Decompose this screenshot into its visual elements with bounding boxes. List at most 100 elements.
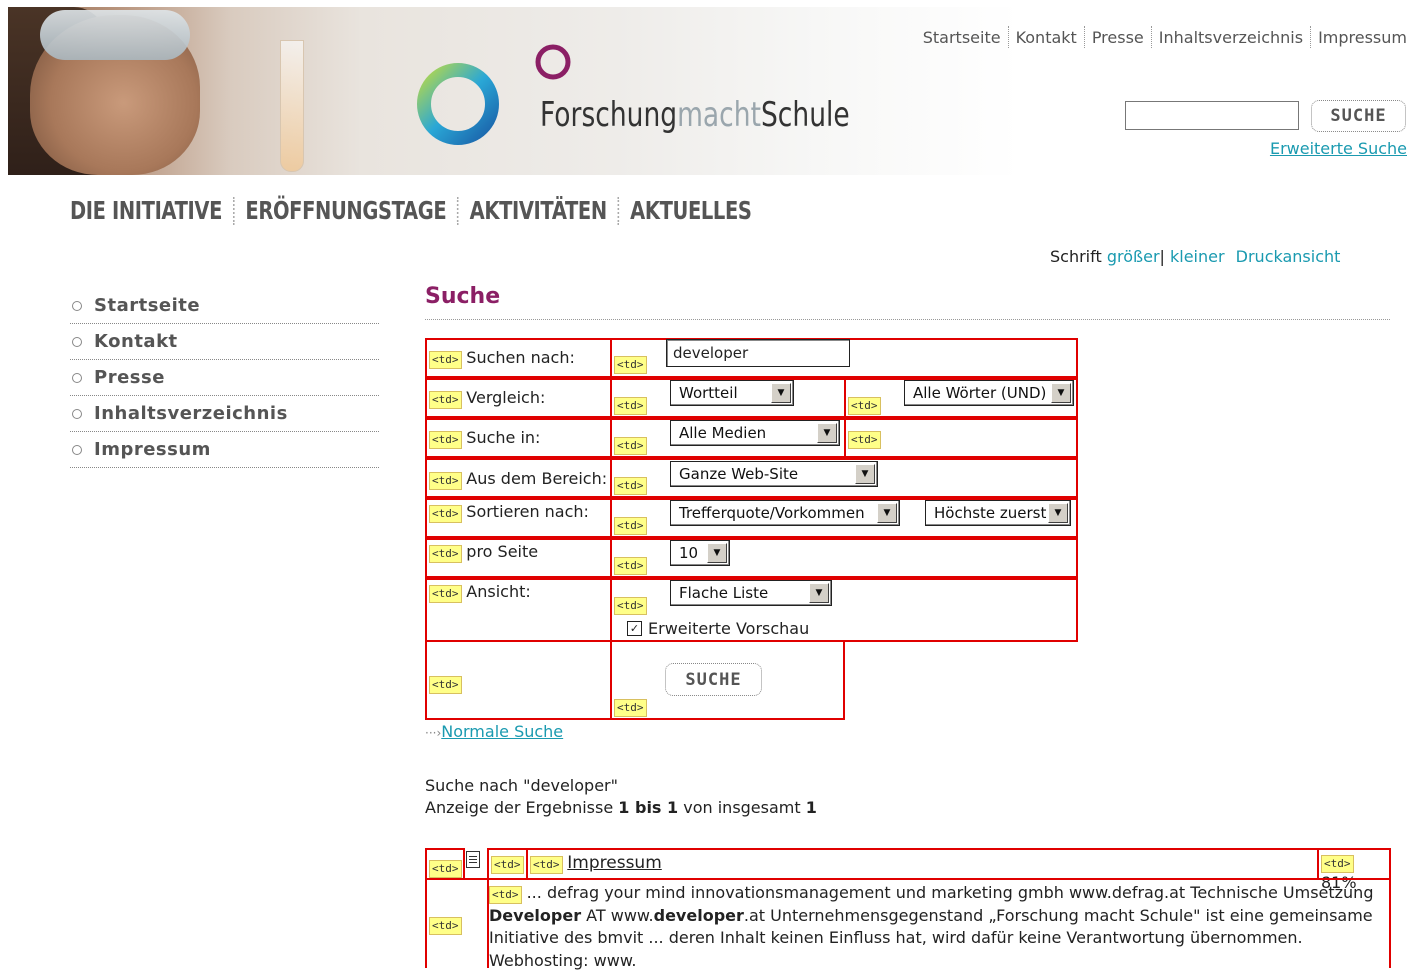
divider <box>1151 26 1152 48</box>
td-marker: <td> <box>614 597 647 615</box>
sidebar-item-label: Presse <box>94 367 165 388</box>
result-cell: <td> <box>425 848 465 880</box>
chevron-down-icon: ▼ <box>771 383 791 403</box>
view-select-value: Flache Liste <box>679 584 768 602</box>
main-nav-aktuelles[interactable]: AKTUELLES <box>630 196 751 225</box>
result-title-link[interactable]: Impressum <box>567 853 662 873</box>
sort-select-value: Trefferquote/Vorkommen <box>679 504 865 522</box>
sidebar-item-label: Impressum <box>94 439 211 460</box>
top-nav-impressum[interactable]: Impressum <box>1318 28 1407 47</box>
main-nav-eroeffnungstage[interactable]: ERÖFFNUNGSTAGE <box>245 196 446 225</box>
per-page-select[interactable]: 10 ▼ <box>670 540 730 566</box>
top-nav-inhaltsverzeichnis[interactable]: Inhaltsverzeichnis <box>1159 28 1303 47</box>
preview-label: Erweiterte Vorschau <box>648 619 809 638</box>
form-label-cell: <td> Suchen nach: <box>425 338 612 378</box>
search-in-select[interactable]: Alle Medien ▼ <box>670 420 840 446</box>
font-bigger-link[interactable]: größer <box>1107 247 1160 266</box>
form-label-cell: <td> pro Seite <box>425 538 612 578</box>
td-marker: <td> <box>614 557 647 575</box>
form-label-cell: <td> Aus dem Bereich: <box>425 458 612 498</box>
chevron-down-icon: ▼ <box>707 543 727 563</box>
sort-select[interactable]: Trefferquote/Vorkommen▼ <box>670 500 900 526</box>
sidebar: Startseite Kontakt Presse Inhaltsverzeic… <box>70 288 379 468</box>
td-marker: <td> <box>614 477 647 495</box>
snippet-part-2: AT www. <box>581 906 654 925</box>
header-search-button[interactable]: SUCHE <box>1311 100 1406 132</box>
sidebar-item-kontakt[interactable]: Kontakt <box>70 324 379 360</box>
chevron-down-icon: ▼ <box>855 464 875 484</box>
form-label-cell: <td> Ansicht: <box>425 578 612 642</box>
font-smaller-link[interactable]: kleiner <box>1170 247 1225 266</box>
words-select[interactable]: Alle Wörter (UND) ▼ <box>904 380 1074 406</box>
bullet-icon <box>72 409 82 419</box>
photo-test-tube <box>280 40 304 172</box>
compare-select-value: Wortteil <box>679 384 738 402</box>
main-nav-aktivitaeten[interactable]: AKTIVITÄTEN <box>470 196 607 225</box>
print-view-link[interactable]: Druckansicht <box>1236 247 1341 266</box>
order-select[interactable]: Höchste zuerst▼ <box>925 500 1071 526</box>
divider <box>233 197 235 225</box>
search-in-select-value: Alle Medien <box>679 424 766 442</box>
form-submit-button[interactable]: SUCHE <box>665 663 762 696</box>
snippet-hit-2: developer <box>654 906 744 925</box>
tools-separator: | <box>1160 247 1165 266</box>
sidebar-item-presse[interactable]: Presse <box>70 360 379 396</box>
bullet-icon <box>72 337 82 347</box>
top-nav-presse[interactable]: Presse <box>1092 28 1144 47</box>
header-search-input[interactable] <box>1125 101 1299 130</box>
result-title-cell: <td> Impressum <box>526 848 1319 880</box>
top-nav-startseite[interactable]: Startseite <box>923 28 1001 47</box>
per-page-label: pro Seite <box>466 542 538 561</box>
compare-select[interactable]: Wortteil ▼ <box>670 380 794 406</box>
snippet-line-5: Webhosting: www. <box>489 950 1389 972</box>
area-label: Aus dem Bereich: <box>466 469 607 488</box>
showing-prefix: Anzeige der Ergebnisse <box>425 798 618 817</box>
td-marker: <td> <box>614 699 647 717</box>
top-nav-kontakt[interactable]: Kontakt <box>1016 28 1077 47</box>
search-in-label: Suche in: <box>466 428 540 447</box>
preview-checkbox-row: ✓ Erweiterte Vorschau <box>627 619 809 638</box>
arrow-icon: ···› <box>425 726 441 740</box>
words-select-value: Alle Wörter (UND) <box>913 384 1046 402</box>
sidebar-item-startseite[interactable]: Startseite <box>70 288 379 324</box>
chevron-down-icon: ▼ <box>1051 383 1071 403</box>
result-summary: Suche nach "developer" Anzeige der Ergeb… <box>425 775 817 819</box>
snippet-part-3: .at Unternehmensgegenstand „Forschung ma… <box>744 906 1373 925</box>
form-label-cell: <td> <box>425 640 612 720</box>
preview-checkbox[interactable]: ✓ <box>627 621 642 636</box>
area-select-value: Ganze Web-Site <box>679 465 798 483</box>
result-cell: <td> <box>425 878 489 968</box>
title-divider <box>425 319 1390 320</box>
td-marker: <td> <box>530 856 563 874</box>
result-snippet-cell: <td> ... defrag your mind innovationsman… <box>487 878 1391 968</box>
advanced-search-link[interactable]: Erweiterte Suche <box>1270 139 1407 158</box>
divider <box>618 197 620 225</box>
snippet-hit-1: Developer <box>489 906 581 925</box>
normal-search-link[interactable]: Normale Suche <box>441 722 563 741</box>
td-marker: <td> <box>1321 855 1354 873</box>
main-nav-initiative[interactable]: DIE INITIATIVE <box>70 196 222 225</box>
td-marker: <td> <box>491 856 524 874</box>
area-select[interactable]: Ganze Web-Site ▼ <box>670 461 878 487</box>
td-marker: <td> <box>429 917 462 935</box>
chevron-down-icon: ▼ <box>817 423 837 443</box>
td-marker: <td> <box>429 545 462 563</box>
sidebar-item-label: Startseite <box>94 295 200 316</box>
showing-line: Anzeige der Ergebnisse 1 bis 1 von insge… <box>425 797 817 819</box>
sidebar-item-impressum[interactable]: Impressum <box>70 432 379 468</box>
snippet-line-1: ... defrag your mind innovationsmanageme… <box>527 883 1374 902</box>
view-select[interactable]: Flache Liste▼ <box>670 580 832 606</box>
snippet-line-4: Initiative des bmvit ... deren Inhalt ke… <box>489 927 1389 950</box>
top-nav: Startseite Kontakt Presse Inhaltsverzeic… <box>923 26 1407 48</box>
per-page-select-value: 10 <box>679 544 698 562</box>
search-for-label: Suchen nach: <box>466 348 575 367</box>
td-marker: <td> <box>614 356 647 374</box>
td-marker: <td> <box>614 437 647 455</box>
td-marker: <td> <box>429 676 462 694</box>
view-label: Ansicht: <box>466 582 530 601</box>
result-total: 1 <box>806 798 817 817</box>
td-marker: <td> <box>429 860 462 878</box>
result-cell: <td> <box>487 848 528 880</box>
sidebar-item-inhaltsverzeichnis[interactable]: Inhaltsverzeichnis <box>70 396 379 432</box>
search-for-input[interactable]: developer <box>666 339 850 367</box>
